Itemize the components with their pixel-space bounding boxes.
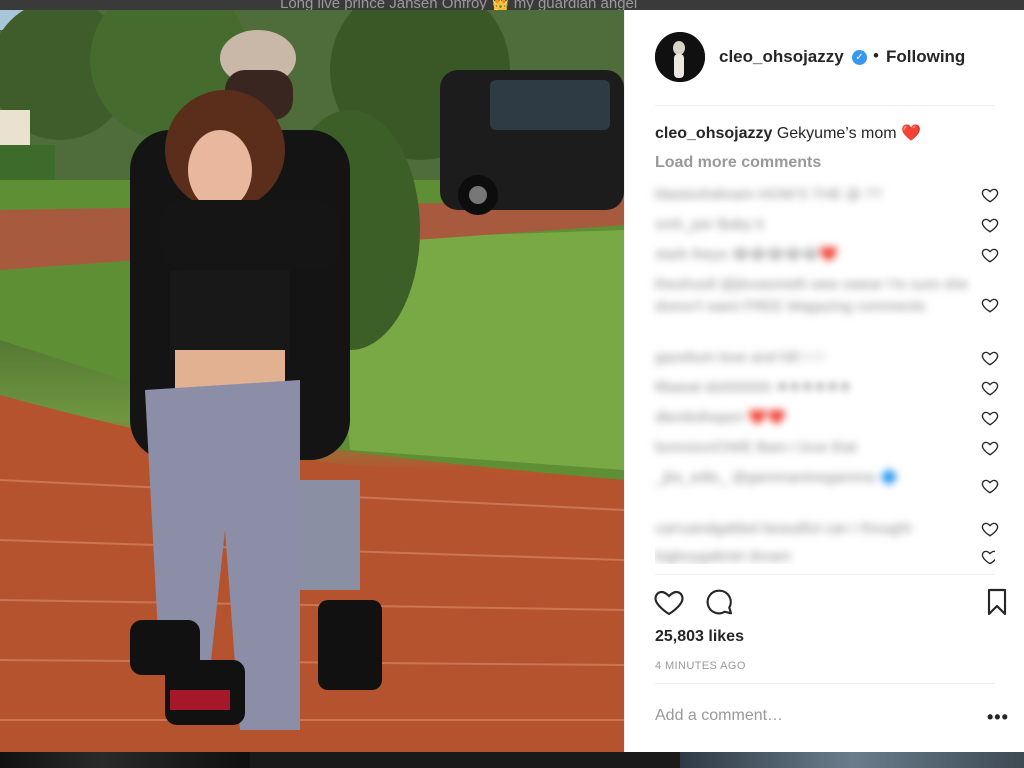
post-photo-illustration	[0, 10, 624, 752]
comment-bubble-icon[interactable]	[703, 586, 735, 618]
comment-item: boresion/OWE Bam I love that	[655, 437, 999, 459]
comment-item: _jbs_edts_ @gammaninegamma 🔷	[655, 467, 999, 494]
post-header: cleo_ohsojazzy ✓ • Following	[625, 10, 1024, 106]
add-comment-input[interactable]	[655, 707, 955, 725]
comment-text: boresion/OWE Bam I love that	[655, 439, 857, 456]
comment-item: blastoohdream HOW'S THE @ ??	[655, 184, 999, 206]
more-options-button[interactable]: •••	[987, 707, 1009, 728]
caption-text: Gekyume’s mom	[776, 125, 897, 142]
comment-item: fifwewt dohhhhhh ⚫⚫⚫⚫⚫⚫	[655, 377, 999, 399]
comment-like-heart-icon[interactable]	[981, 520, 999, 538]
comment-like-heart-icon[interactable]	[981, 349, 999, 367]
avatar[interactable]	[655, 32, 705, 82]
comment-text: bigboygabriel dream	[655, 548, 791, 564]
comment-text: gazelium love and hill ! ! !	[655, 349, 824, 366]
post-timestamp[interactable]: 4 MINUTES AGO	[655, 660, 746, 672]
comment-text: blastoohdream HOW'S THE @ ??	[655, 186, 883, 203]
comment-item: carruandgabbel beautiful can I thought	[655, 518, 999, 540]
background-caption-strip: Long live prince Jahseh Onfroy 👑 my guar…	[0, 0, 1024, 10]
post-photo[interactable]	[0, 10, 624, 752]
post-details-panel: cleo_ohsojazzy ✓ • Following cleo_ohsoja…	[624, 10, 1024, 752]
header-divider	[655, 105, 995, 106]
comment-text: _jbs_edts_ @gammaninegamma 🔷	[655, 469, 899, 486]
comment-like-heart-icon[interactable]	[981, 409, 999, 427]
background-thumbnail	[0, 752, 250, 768]
comment-item: gazelium love and hill ! ! !	[655, 347, 999, 369]
likes-count[interactable]: 25,803 likes	[655, 628, 744, 646]
comment-like-heart-icon[interactable]	[981, 246, 999, 264]
comment-like-heart-icon[interactable]	[981, 439, 999, 457]
caption-username-link[interactable]: cleo_ohsojazzy	[655, 125, 772, 142]
comments-divider	[655, 574, 995, 575]
verified-badge-icon: ✓	[852, 50, 867, 65]
comment-item: bigboygabriel dream	[655, 546, 995, 564]
actions-divider	[655, 683, 995, 684]
following-button[interactable]: Following	[886, 47, 965, 67]
username-link[interactable]: cleo_ohsojazzy	[719, 47, 844, 67]
background-caption-text: Long live prince Jahseh Onfroy 👑 my guar…	[280, 0, 638, 10]
comment-like-heart-icon[interactable]	[981, 548, 995, 564]
header-separator: •	[873, 46, 879, 65]
comment-text: carruandgabbel beautiful can I thought	[655, 520, 912, 537]
comment-like-heart-icon[interactable]	[981, 216, 999, 234]
comment-text: dlentlolheperi ❤️❤️	[655, 409, 786, 426]
comment-item: stark theys 😂😂😂😂😂❤️	[655, 244, 999, 266]
comment-like-heart-icon[interactable]	[981, 477, 999, 495]
comment-text: stark theys 😂😂😂😂😂❤️	[655, 246, 839, 263]
comment-text: theshootl @jlovasmeth wee swear I'm sure…	[655, 276, 969, 315]
background-page-strip	[0, 752, 1024, 768]
comment-item: dlentlolheperi ❤️❤️	[655, 407, 999, 429]
save-bookmark-icon[interactable]	[981, 586, 1013, 618]
red-heart-emoji: ❤️	[901, 125, 921, 142]
background-thumbnail	[680, 752, 1024, 768]
comment-item: smh_per Baby it	[655, 214, 999, 236]
comment-item: theshootl @jlovasmeth wee swear I'm sure…	[655, 274, 999, 318]
post-caption: cleo_ohsojazzy Gekyume’s mom ❤️	[655, 123, 921, 143]
like-heart-icon[interactable]	[653, 586, 685, 618]
avatar-image	[655, 32, 705, 82]
comment-text: smh_per Baby it	[655, 216, 764, 233]
comment-like-heart-icon[interactable]	[981, 186, 999, 204]
comment-like-heart-icon[interactable]	[981, 379, 999, 397]
comment-like-heart-icon[interactable]	[981, 296, 999, 314]
load-more-comments-button[interactable]: Load more comments	[655, 154, 821, 172]
comment-text: fifwewt dohhhhhh ⚫⚫⚫⚫⚫⚫	[655, 379, 852, 396]
